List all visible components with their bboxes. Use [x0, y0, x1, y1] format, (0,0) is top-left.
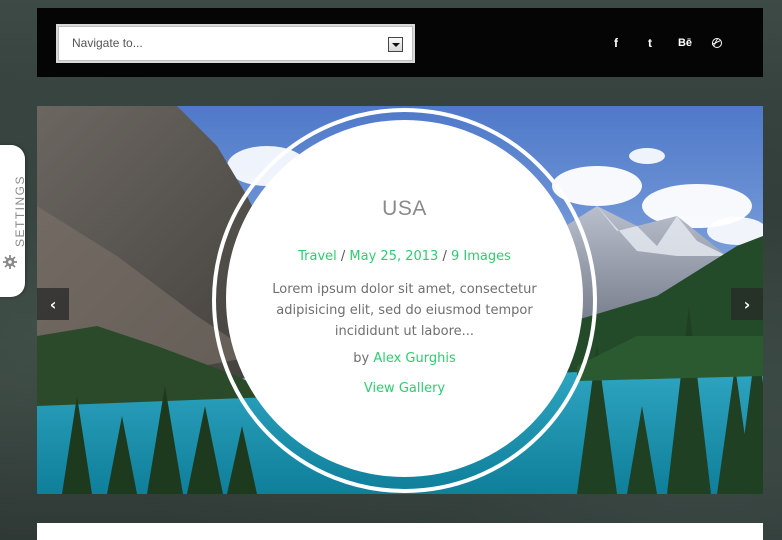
content-panel — [37, 523, 763, 540]
category-link[interactable]: Travel — [298, 249, 337, 264]
card-excerpt: Lorem ipsum dolor sit amet, consectetur … — [272, 282, 537, 339]
chevron-down-icon[interactable] — [388, 37, 403, 52]
slider-prev-button[interactable]: ‹ — [37, 288, 69, 320]
chevron-left-icon: ‹ — [49, 294, 57, 314]
by-label: by — [353, 351, 374, 366]
chevron-right-icon: › — [743, 294, 751, 314]
meta-separator: / — [438, 249, 451, 264]
navigate-select-value: Navigate to... — [72, 36, 143, 50]
twitter-icon[interactable]: t — [641, 35, 659, 51]
view-gallery-link[interactable]: View Gallery — [226, 381, 583, 396]
behance-icon[interactable]: Bē — [675, 35, 695, 51]
date-link[interactable]: May 25, 2013 — [349, 249, 438, 264]
site-header: Navigate to... f t Bē — [37, 8, 763, 77]
dribbble-link[interactable] — [708, 35, 726, 51]
settings-label: SETTINGS — [13, 174, 27, 247]
navigate-select[interactable]: Navigate to... — [56, 24, 415, 63]
card-title: USA — [382, 197, 427, 220]
slider-next-button[interactable]: › — [731, 288, 763, 320]
images-count-link[interactable]: 9 Images — [451, 249, 511, 264]
card-meta: Travel / May 25, 2013 / 9 Images — [226, 249, 583, 264]
facebook-icon[interactable]: f — [607, 35, 625, 51]
author-link[interactable]: Alex Gurghis — [373, 351, 455, 366]
dribbble-icon — [712, 38, 722, 48]
meta-separator: / — [336, 249, 350, 264]
gear-icon[interactable] — [3, 255, 17, 269]
card-author: by Alex Gurghis — [226, 351, 583, 366]
